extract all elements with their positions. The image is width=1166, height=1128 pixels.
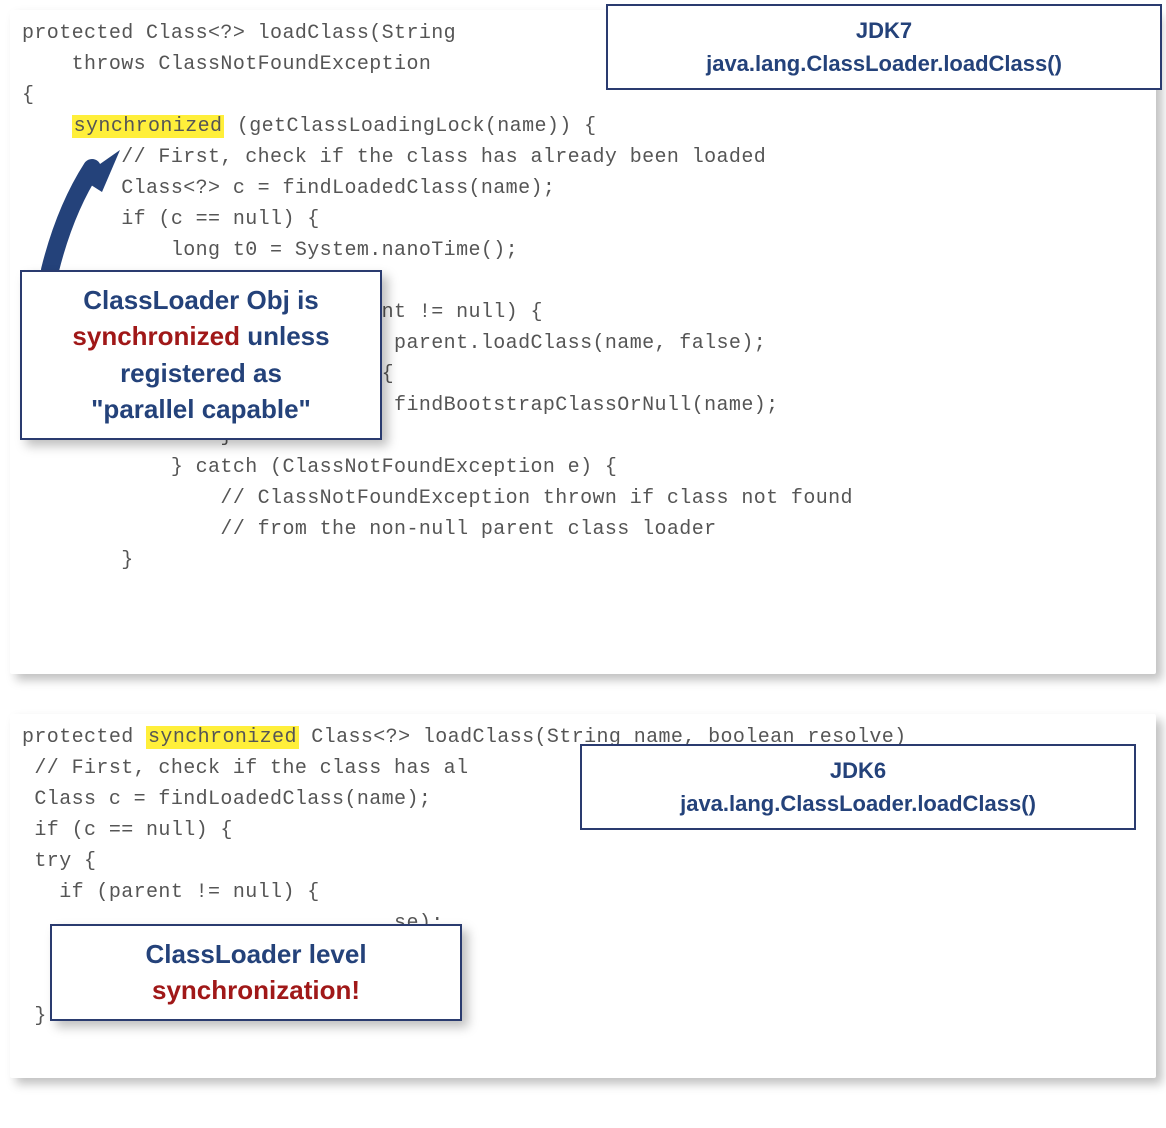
code-text: protected	[22, 726, 146, 749]
label-sub: java.lang.ClassLoader.loadClass()	[598, 787, 1118, 820]
label-title: JDK6	[598, 754, 1118, 787]
callout-jdk6: ClassLoader level synchronization!	[50, 924, 462, 1021]
label-title: JDK7	[624, 14, 1144, 47]
label-box-jdk7: JDK7 java.lang.ClassLoader.loadClass()	[606, 4, 1162, 90]
callout-line: "parallel capable"	[36, 391, 366, 427]
code-panel-jdk7: protected Class<?> loadClass(String thro…	[10, 10, 1156, 674]
callout-red: synchronization!	[152, 975, 360, 1005]
label-box-jdk6: JDK6 java.lang.ClassLoader.loadClass()	[580, 744, 1136, 830]
callout-line: ClassLoader Obj is	[36, 282, 366, 318]
callout-jdk7: ClassLoader Obj is synchronized unless r…	[20, 270, 382, 440]
highlight-synchronized-jdk7: synchronized	[72, 115, 225, 138]
callout-line: synchronization!	[66, 972, 446, 1008]
label-sub: java.lang.ClassLoader.loadClass()	[624, 47, 1144, 80]
callout-rest: unless	[240, 321, 330, 351]
callout-line: synchronized unless	[36, 318, 366, 354]
callout-line: registered as	[36, 355, 366, 391]
highlight-synchronized-jdk6: synchronized	[146, 726, 299, 749]
code-panel-jdk6: protected synchronized Class<?> loadClas…	[10, 714, 1156, 1078]
callout-line: ClassLoader level	[66, 936, 446, 972]
callout-red: synchronized	[72, 321, 240, 351]
